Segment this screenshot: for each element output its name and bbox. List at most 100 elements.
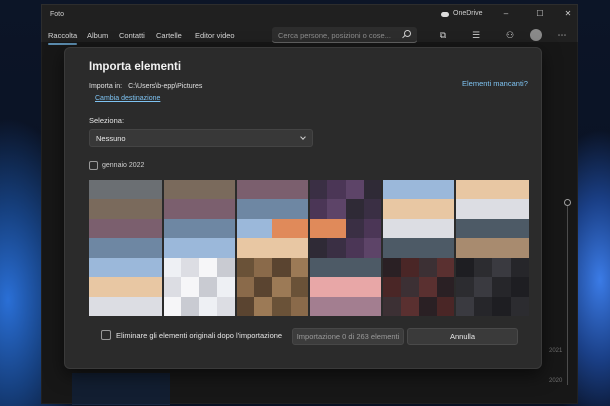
photo-thumbnail-tile (254, 296, 273, 316)
cancel-button[interactable]: Annulla (407, 328, 518, 345)
photo-thumbnail-tile (455, 199, 474, 219)
photo-thumbnail-tile (199, 296, 218, 316)
dialog-title: Importa elementi (89, 61, 182, 73)
photo-thumbnail-tile (272, 238, 291, 258)
photo-thumbnail-tile (144, 296, 163, 316)
photo-thumbnail-tile (437, 218, 456, 239)
photo-thumbnail-tile (419, 257, 438, 278)
photo-thumbnail-tile (272, 218, 291, 239)
photo-thumbnail-tile (217, 199, 236, 219)
import-path-value: C:\Users\b-epp\Pictures (128, 83, 203, 90)
import-button[interactable]: Importazione 0 di 263 elementi (292, 328, 404, 345)
photo-thumbnail-tile (254, 180, 273, 200)
photo-thumbnail-tile (400, 296, 419, 316)
photo-thumbnail-tile (125, 180, 144, 200)
photo-thumbnail-tile (400, 218, 419, 239)
search-placeholder: Cerca persone, posizioni o cose... (278, 31, 391, 40)
chevron-down-icon (300, 134, 306, 140)
select-icon[interactable]: ☰ (470, 29, 482, 41)
photo-thumbnail-tile (144, 180, 163, 200)
photo-thumbnail-tile (89, 199, 108, 219)
photo-thumbnail-tile (327, 296, 346, 316)
import-icon[interactable]: ⧉ (437, 29, 449, 41)
month-group-header[interactable]: gennaio 2022 (89, 161, 144, 170)
maximize-icon[interactable]: ☐ (534, 9, 546, 19)
photo-thumbnail-tile (144, 257, 163, 278)
month-label: gennaio 2022 (102, 162, 145, 169)
photo-thumbnail-tile (235, 238, 254, 258)
photo-thumbnail-tile (125, 199, 144, 219)
photo-thumbnail-tile (510, 199, 529, 219)
photo-thumbnail-tile (382, 199, 401, 219)
photo-thumbnail-tile (107, 238, 126, 258)
photo-thumbnail-tile (144, 199, 163, 219)
photo-thumbnail-tile (162, 238, 181, 258)
delete-originals-option[interactable]: Eliminare gli elementi originali dopo l'… (101, 330, 282, 340)
photo-thumbnail-tile (364, 238, 383, 258)
month-checkbox[interactable] (89, 161, 98, 170)
tab-contatti[interactable]: Contatti (119, 31, 145, 40)
photo-thumbnail-tile (400, 180, 419, 200)
photo-thumbnail-tile (382, 218, 401, 239)
more-icon[interactable]: ⋯ (556, 29, 568, 41)
photo-thumbnail-tile (437, 199, 456, 219)
photo-thumbnail-tile (400, 257, 419, 278)
photo-thumbnail-tile (290, 218, 309, 239)
tab-editor-video[interactable]: Editor video (195, 31, 235, 40)
search-input[interactable]: Cerca persone, posizioni o cose... (272, 27, 417, 43)
tab-cartelle[interactable]: Cartelle (156, 31, 182, 40)
avatar[interactable] (530, 29, 542, 41)
photo-thumbnail-tile (272, 277, 291, 297)
photo-thumbnail-tile (474, 238, 493, 258)
photo-thumbnail-tile (345, 257, 364, 278)
onedrive-status[interactable]: OneDrive (440, 10, 483, 17)
photo-thumbnail-tile (180, 199, 199, 219)
photo-thumbnail-tile (235, 218, 254, 239)
change-destination-link[interactable]: Cambia destinazione (95, 95, 160, 102)
photo-thumbnail-tile (510, 218, 529, 239)
import-dialog: Importa elementi Elementi mancanti? Impo… (64, 47, 542, 369)
photo-thumbnail-tile (125, 238, 144, 258)
photo-thumbnail-tile (107, 218, 126, 239)
photo-thumbnail-tile (290, 238, 309, 258)
photo-thumbnail-tile (474, 277, 493, 297)
photo-thumbnail-tile (309, 277, 328, 297)
search-icon[interactable] (404, 30, 411, 37)
photo-thumbnail-tile (217, 277, 236, 297)
select-dropdown[interactable]: Nessuno (89, 129, 313, 147)
photo-thumbnail-tile (162, 218, 181, 239)
photo-thumbnail-tile (492, 218, 511, 239)
photo-thumbnail-tile (254, 238, 273, 258)
photo-thumbnail-tile (180, 218, 199, 239)
photo-thumbnail-tile (419, 199, 438, 219)
photo-thumbnail-tile (290, 277, 309, 297)
photo-thumbnail-tile (455, 180, 474, 200)
photo-thumbnail-tile (455, 218, 474, 239)
photo-thumbnail-tile (400, 238, 419, 258)
photo-thumbnail-tile (125, 257, 144, 278)
share-icon[interactable]: ⚇ (504, 29, 516, 41)
photo-thumbnail-tile (125, 296, 144, 316)
photo-thumbnail-tile (345, 296, 364, 316)
photo-thumbnail-tile (162, 257, 181, 278)
photo-thumbnail-tile (199, 199, 218, 219)
photo-thumbnail-tile (235, 257, 254, 278)
photo-thumbnail-tile (309, 180, 328, 200)
tab-album[interactable]: Album (87, 31, 108, 40)
close-icon[interactable]: ✕ (562, 9, 574, 19)
photo-separator (308, 180, 310, 316)
photo-thumbnail-tile (345, 180, 364, 200)
photo-separator (381, 180, 383, 316)
photo-thumbnail-tile (144, 218, 163, 239)
missing-items-link[interactable]: Elementi mancanti? (462, 79, 528, 88)
delete-originals-checkbox[interactable] (101, 330, 111, 340)
photo-thumbnail-tile (437, 180, 456, 200)
minimize-icon[interactable]: – (500, 9, 512, 19)
tab-raccolta[interactable]: Raccolta (48, 31, 78, 45)
photo-thumbnail-tile (235, 180, 254, 200)
photo-thumbnail-tile (419, 296, 438, 316)
photo-thumbnail-tile (437, 238, 456, 258)
photo-thumbnail-tile (455, 257, 474, 278)
photo-thumbnail-tile (382, 257, 401, 278)
photo-thumbnail-tile (419, 277, 438, 297)
